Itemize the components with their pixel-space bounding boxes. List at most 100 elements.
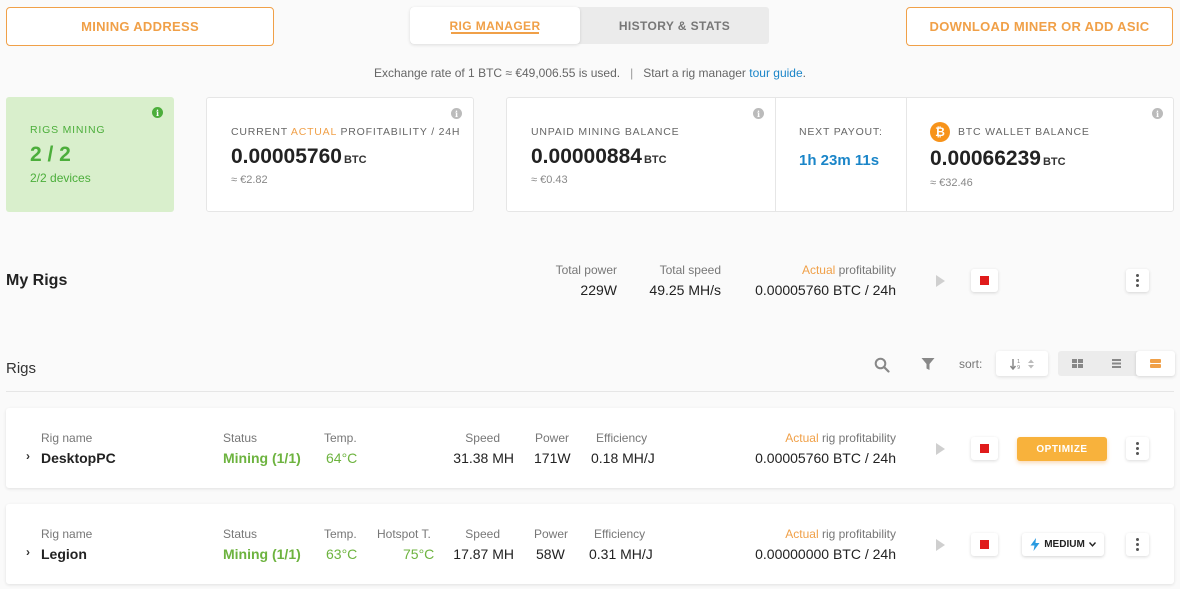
sort-label: sort: [959,357,983,371]
grid-view-button[interactable] [1058,351,1097,376]
profitability-value: 0.00005760 [231,145,342,168]
power-value: 171W [534,450,571,466]
start-rig-button[interactable] [936,539,945,551]
divider [775,98,776,211]
rig-profitability-value: 0.00005760 BTC / 24h [755,450,896,466]
total-speed-value: 49.25 MH/s [649,282,721,298]
profitability-label: CURRENT ACTUAL PROFITABILITY / 24H [231,126,461,138]
power-label: Power [535,431,570,445]
start-all-button[interactable] [936,275,945,287]
rigs-mining-label: RIGS MINING [30,124,106,136]
power-value: 58W [536,546,565,562]
lightning-icon [1030,538,1040,551]
expand-chevron-icon[interactable]: › [26,545,30,559]
rig-name: DesktopPC [41,450,116,466]
rig-row-legion[interactable]: › Rig name Legion Status Mining (1/1) Te… [6,504,1174,584]
list-icon [1112,359,1121,368]
power-mode-dropdown[interactable]: MEDIUM [1022,533,1104,556]
start-rig-button[interactable] [936,443,945,455]
my-rigs-more-button[interactable] [1126,269,1149,292]
rig-profitability-label: Actual rig profitability [785,431,896,445]
sort-arrows-icon [1027,359,1034,368]
unpaid-unit: BTC [643,154,667,166]
stop-icon [980,276,989,285]
download-miner-button[interactable]: DOWNLOAD MINER OR ADD ASIC [906,7,1173,46]
actual-profitability-label: Actual profitability [801,263,896,277]
info-icon[interactable]: i [152,107,163,118]
filter-icon[interactable] [921,357,935,376]
power-mode-label: MEDIUM [1044,539,1085,550]
rigs-mining-card: i RIGS MINING 2 / 2 2/2 devices [6,97,174,212]
temp-value: 64°C [326,450,358,466]
next-payout-label: NEXT PAYOUT: [799,126,883,138]
rigs-mining-value: 2 / 2 [30,143,71,166]
efficiency-label: Efficiency [594,527,646,541]
stop-rig-button[interactable] [971,533,998,556]
rig-more-button[interactable] [1126,533,1149,556]
tab-history-stats[interactable]: HISTORY & STATS [580,7,769,44]
bitcoin-icon: ₿ [930,122,950,142]
efficiency-label: Efficiency [596,431,648,445]
mining-address-button[interactable]: MINING ADDRESS [6,7,274,46]
speed-value: 31.38 MH [453,450,514,466]
temp-label: Temp. [324,527,357,541]
divider [906,98,907,211]
rows-icon [1150,359,1161,368]
status-label: Status [223,431,258,445]
wallet-balance-label: BTC WALLET BALANCE [958,126,1090,138]
search-icon[interactable] [874,357,890,378]
unpaid-value-line: 0.00000884 BTC [531,145,667,169]
total-power-label: Total power [555,263,617,277]
rigs-mining-devices: 2/2 devices [30,171,91,185]
actual-profitability-value: 0.00005760 BTC / 24h [755,282,896,298]
rig-name: Legion [41,546,87,562]
view-toggle [1058,351,1175,376]
tab-rig-manager[interactable]: RIG MANAGER [410,7,580,44]
wallet-value: 0.00066239 [930,147,1041,170]
guide-suffix: . [802,66,806,80]
speed-label: Speed [465,431,500,445]
more-vertical-icon [1136,538,1139,551]
exchange-info-bar: Exchange rate of 1 BTC ≈ €49,006.55 is u… [0,66,1180,80]
unpaid-balance-label: UNPAID MINING BALANCE [531,126,680,138]
info-icon[interactable]: i [753,108,764,119]
rig-profitability-value: 0.00000000 BTC / 24h [755,546,896,562]
list-view-button[interactable] [1097,351,1136,376]
profitability-value-line: 0.00005760 BTC [231,145,367,169]
profitability-card: i CURRENT ACTUAL PROFITABILITY / 24H 0.0… [206,97,474,212]
status-value: Mining (1/1) [223,546,301,562]
speed-value: 17.87 MH [453,546,514,562]
efficiency-value: 0.31 MH/J [589,546,653,562]
rigs-title: Rigs [6,360,37,377]
stop-rig-button[interactable] [971,437,998,460]
total-speed-label: Total speed [659,263,721,277]
info-icon[interactable]: i [1152,108,1163,119]
wallet-value-line: 0.00066239 BTC [930,147,1066,171]
rig-name-label: Rig name [41,527,93,541]
grid-icon [1072,359,1083,368]
stop-icon [980,444,989,453]
stop-all-button[interactable] [971,269,998,292]
exchange-rate-text: Exchange rate of 1 BTC ≈ €49,006.55 is u… [374,66,621,80]
tour-guide-link[interactable]: tour guide [749,66,802,80]
profitability-unit: BTC [343,154,367,166]
wallet-unit: BTC [1042,156,1066,168]
tab-rig-manager-label: RIG MANAGER [449,18,541,33]
card-view-button[interactable] [1136,351,1175,376]
expand-chevron-icon[interactable]: › [26,449,30,463]
rig-profitability-label: Actual rig profitability [785,527,896,541]
more-vertical-icon [1136,274,1139,287]
wallet-fiat: ≈ €32.46 [930,177,973,189]
temp-value: 63°C [326,546,358,562]
chevron-down-icon [1088,542,1096,547]
rig-row-desktoppc[interactable]: › Rig name DesktopPC Status Mining (1/1)… [6,408,1174,488]
info-separator: | [630,66,634,80]
optimize-button[interactable]: OPTIMIZE [1017,437,1107,461]
rig-more-button[interactable] [1126,437,1149,460]
info-icon[interactable]: i [451,108,462,119]
status-label: Status [223,527,258,541]
sort-select[interactable]: 19 [996,351,1048,376]
efficiency-value: 0.18 MH/J [591,450,655,466]
unpaid-value: 0.00000884 [531,145,642,168]
next-payout-value: 1h 23m 11s [799,152,880,169]
